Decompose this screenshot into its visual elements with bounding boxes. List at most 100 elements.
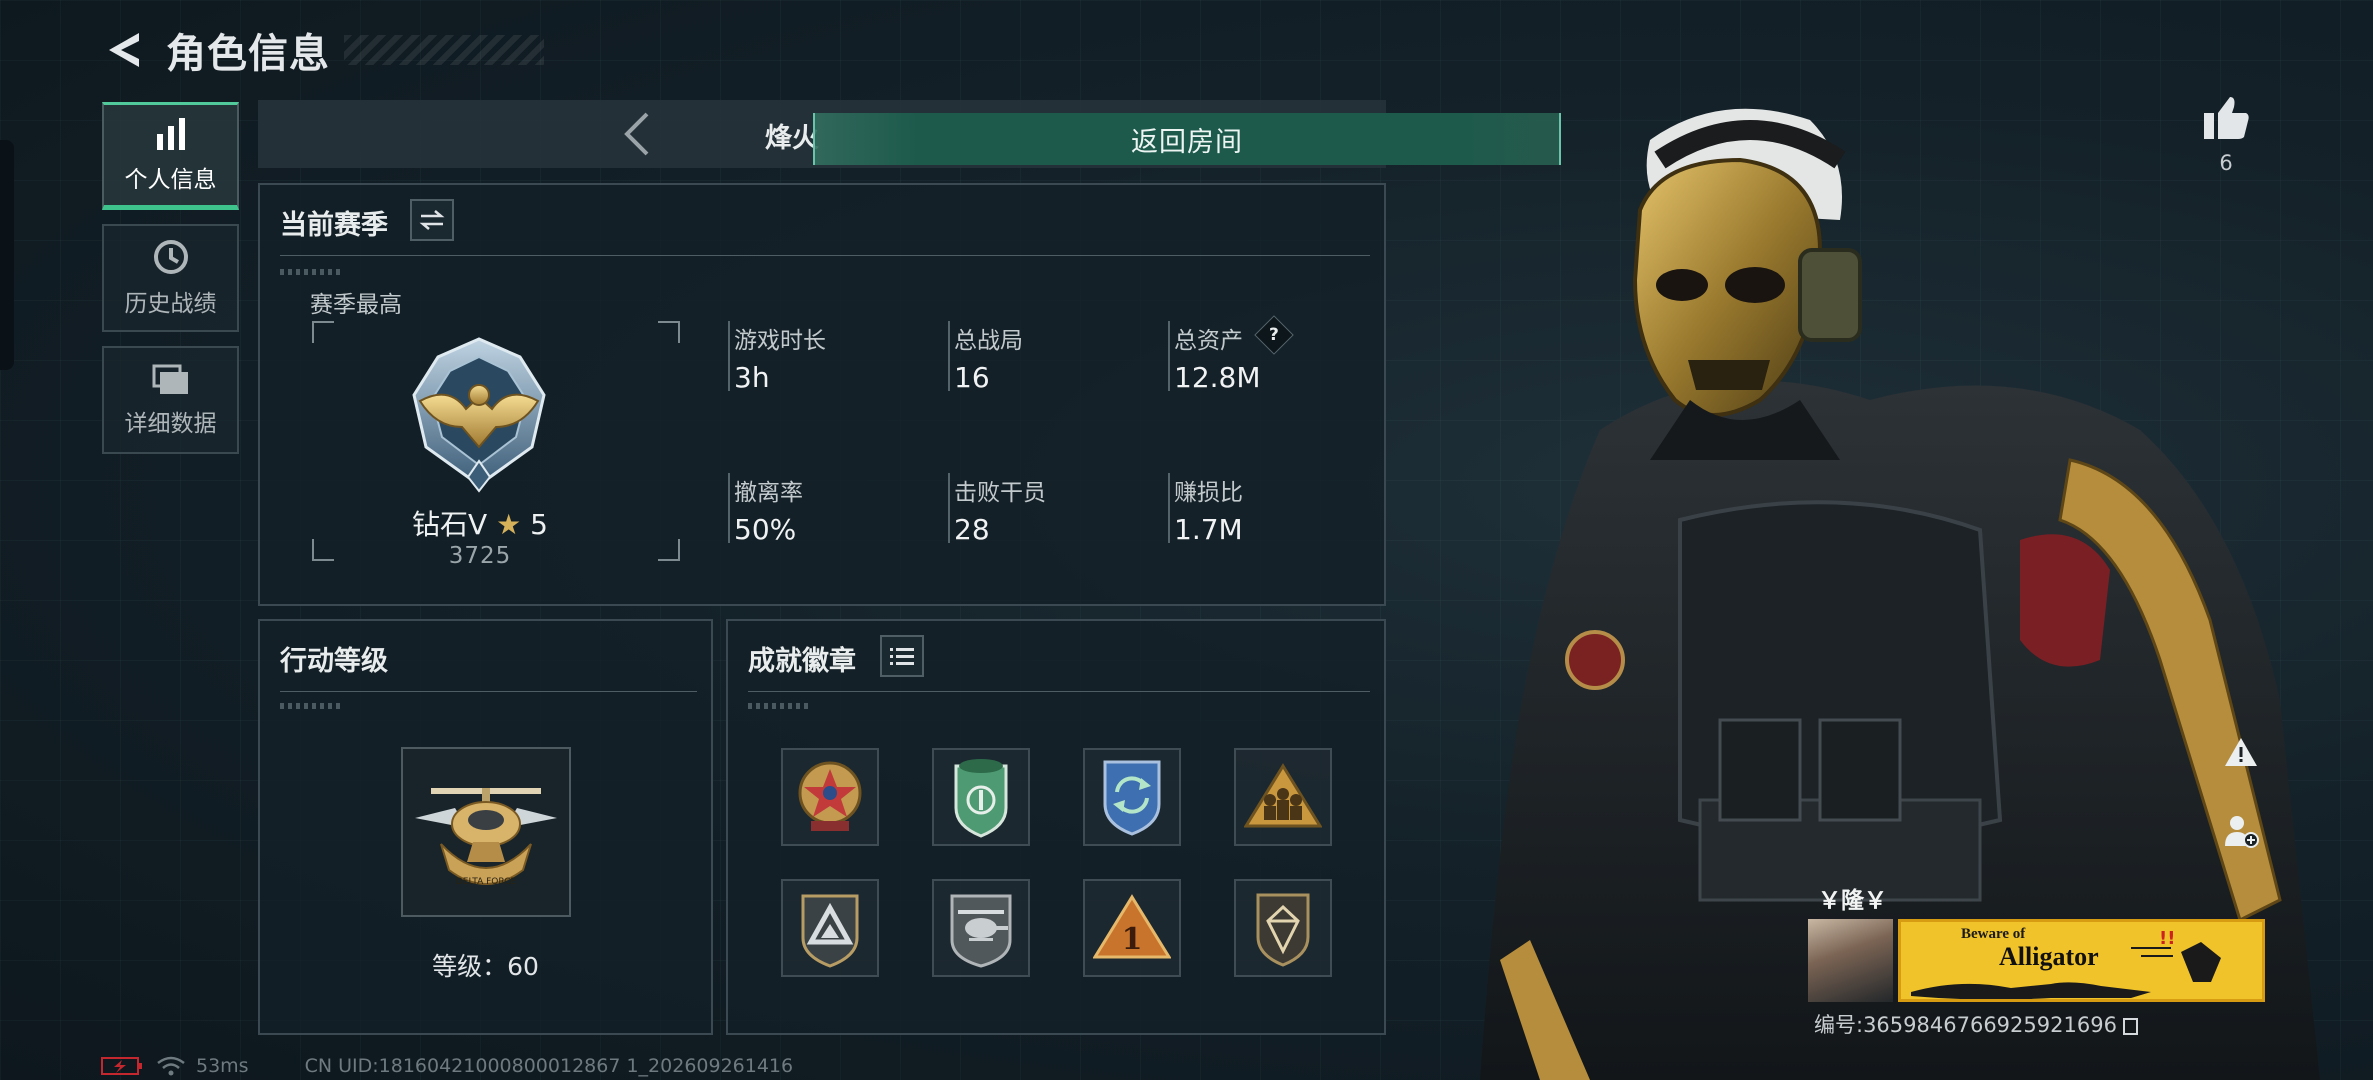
stat-value: 1.7M bbox=[1174, 513, 1243, 546]
add-friend-button[interactable] bbox=[2218, 808, 2264, 854]
badge-list-button[interactable] bbox=[880, 635, 924, 677]
back-button[interactable] bbox=[100, 27, 146, 73]
ping-value: 53ms bbox=[196, 1055, 249, 1077]
history-clock-icon bbox=[153, 240, 188, 274]
stat-divider bbox=[1168, 473, 1170, 543]
rank-stars: 5 bbox=[530, 508, 548, 541]
achievement-badge[interactable] bbox=[781, 748, 879, 846]
season-prev-button[interactable] bbox=[610, 108, 662, 160]
achievement-badge[interactable]: 1 bbox=[1083, 879, 1181, 977]
assets-help-icon[interactable]: ? bbox=[1254, 315, 1294, 355]
edge-drawer-tab[interactable] bbox=[0, 140, 14, 370]
action-level-title: 行动等级 bbox=[280, 646, 388, 677]
achievement-badge[interactable] bbox=[932, 879, 1030, 977]
nav-item-label: 历史战绩 bbox=[124, 291, 217, 317]
rank-star-icon: ★ bbox=[496, 508, 522, 541]
achievement-badge[interactable] bbox=[1083, 748, 1181, 846]
player-name: ￥隆￥ bbox=[1818, 888, 1887, 914]
avatar[interactable] bbox=[1808, 919, 1893, 1002]
achievement-badge[interactable] bbox=[1234, 879, 1332, 977]
panel-divider bbox=[280, 691, 697, 692]
thumbs-up-icon bbox=[2204, 97, 2249, 139]
panel-divider bbox=[748, 691, 1370, 692]
folder-icon bbox=[152, 364, 188, 394]
stat-value: 12.8M bbox=[1174, 361, 1261, 394]
player-banner[interactable]: Beware of Alligator !! bbox=[1898, 919, 2265, 1002]
stat-divider bbox=[728, 321, 730, 391]
stat-label: 撤离率 bbox=[734, 480, 803, 506]
stat-label: 赚损比 bbox=[1174, 480, 1243, 506]
helicopter-badge-icon bbox=[950, 894, 1012, 968]
frame-corner bbox=[658, 539, 680, 561]
stat-divider bbox=[948, 473, 950, 543]
blue-cycle-badge-icon bbox=[1103, 760, 1161, 836]
stat-label: 总战局 bbox=[954, 328, 1023, 354]
bar-chart-icon bbox=[156, 118, 185, 150]
stat-divider bbox=[948, 321, 950, 391]
stat-value: 28 bbox=[954, 513, 990, 546]
status-footer: 53ms CN UID:18160421000800012867 1_20260… bbox=[100, 1053, 793, 1079]
stat-divider bbox=[728, 473, 730, 543]
stat-label: 游戏时长 bbox=[734, 328, 826, 354]
star-medal-badge-icon bbox=[798, 761, 862, 831]
player-card: ￥隆￥ Beware of Alligator !! 编号:3659846766… bbox=[1808, 877, 2265, 1042]
green-shield-badge-icon bbox=[954, 759, 1008, 838]
switch-mode-button[interactable] bbox=[410, 199, 454, 241]
list-icon bbox=[890, 648, 914, 665]
help-mark: ? bbox=[1269, 325, 1279, 345]
rank-score: 3725 bbox=[448, 543, 512, 569]
crystal-shield-badge-icon bbox=[1256, 893, 1310, 967]
player-id-text: 编号:3659846766925921696 bbox=[1814, 1013, 2117, 1037]
achievement-badge[interactable] bbox=[781, 879, 879, 977]
chevron-left-icon bbox=[624, 112, 649, 156]
page-header: 角色信息 bbox=[100, 22, 544, 78]
season-name: 烽火 bbox=[765, 123, 819, 154]
panel-divider bbox=[280, 255, 1370, 256]
copy-icon[interactable] bbox=[2122, 1017, 2138, 1035]
player-id: 编号:3659846766925921696 bbox=[1814, 1009, 2138, 1039]
return-room-label: 返回房间 bbox=[1131, 126, 1243, 158]
action-level-panel: 行动等级 DELTA FORCE 等级：60 bbox=[258, 619, 713, 1035]
svg-text:1: 1 bbox=[1122, 922, 1143, 957]
back-arrow-icon bbox=[109, 33, 139, 67]
stat-value: 50% bbox=[734, 513, 797, 546]
svg-text:DELTA FORCE: DELTA FORCE bbox=[456, 877, 517, 887]
achievement-badge[interactable] bbox=[932, 748, 1030, 846]
nav-item-label: 详细数据 bbox=[124, 411, 217, 437]
report-button[interactable] bbox=[2218, 729, 2264, 775]
current-season-panel: 当前赛季 赛季最高 钻石V ★ 5 3725 游戏时长 3h 总战局 16 总资… bbox=[258, 183, 1386, 606]
achievement-badge[interactable] bbox=[1234, 748, 1332, 846]
achievements-title: 成就徽章 bbox=[748, 646, 856, 677]
nav-item-history[interactable]: 历史战绩 bbox=[102, 224, 239, 332]
svg-text:!!: !! bbox=[2159, 928, 2175, 949]
nav-item-personal-info[interactable]: 个人信息 bbox=[102, 102, 239, 210]
page-title: 角色信息 bbox=[166, 31, 330, 77]
like-count: 6 bbox=[2219, 151, 2233, 175]
frame-corner bbox=[312, 539, 334, 561]
alligator-banner-art-icon: !! bbox=[1911, 928, 2221, 999]
stat-divider bbox=[1168, 321, 1170, 391]
tick-decoration bbox=[280, 703, 340, 709]
gold-team-badge-icon bbox=[1244, 763, 1322, 828]
nav-item-details[interactable]: 详细数据 bbox=[102, 346, 239, 454]
tick-decoration bbox=[748, 703, 808, 709]
number-one-badge-icon: 1 bbox=[1093, 894, 1171, 959]
rank-name: 钻石V bbox=[412, 508, 488, 541]
current-season-title: 当前赛季 bbox=[280, 210, 388, 241]
frame-corner bbox=[312, 321, 334, 343]
stat-value: 16 bbox=[954, 361, 990, 394]
swap-arrows-icon bbox=[419, 210, 445, 230]
season-best-label: 赛季最高 bbox=[310, 292, 402, 318]
wifi-icon bbox=[157, 1056, 185, 1076]
uid-text: CN UID:18160421000800012867 1_2026092614… bbox=[304, 1055, 794, 1077]
stat-value: 3h bbox=[734, 361, 770, 394]
achievements-panel: 成就徽章 1 bbox=[726, 619, 1386, 1035]
level-emblem-frame[interactable]: DELTA FORCE bbox=[401, 747, 571, 917]
title-decoration bbox=[344, 35, 544, 65]
like-button[interactable]: 6 bbox=[2196, 95, 2256, 175]
helicopter-level-emblem-icon: DELTA FORCE bbox=[415, 788, 557, 887]
stat-label: 击败干员 bbox=[954, 480, 1046, 506]
stat-label: 总资产 bbox=[1174, 328, 1243, 354]
level-text: 等级：60 bbox=[432, 952, 539, 981]
tick-decoration bbox=[280, 269, 340, 275]
